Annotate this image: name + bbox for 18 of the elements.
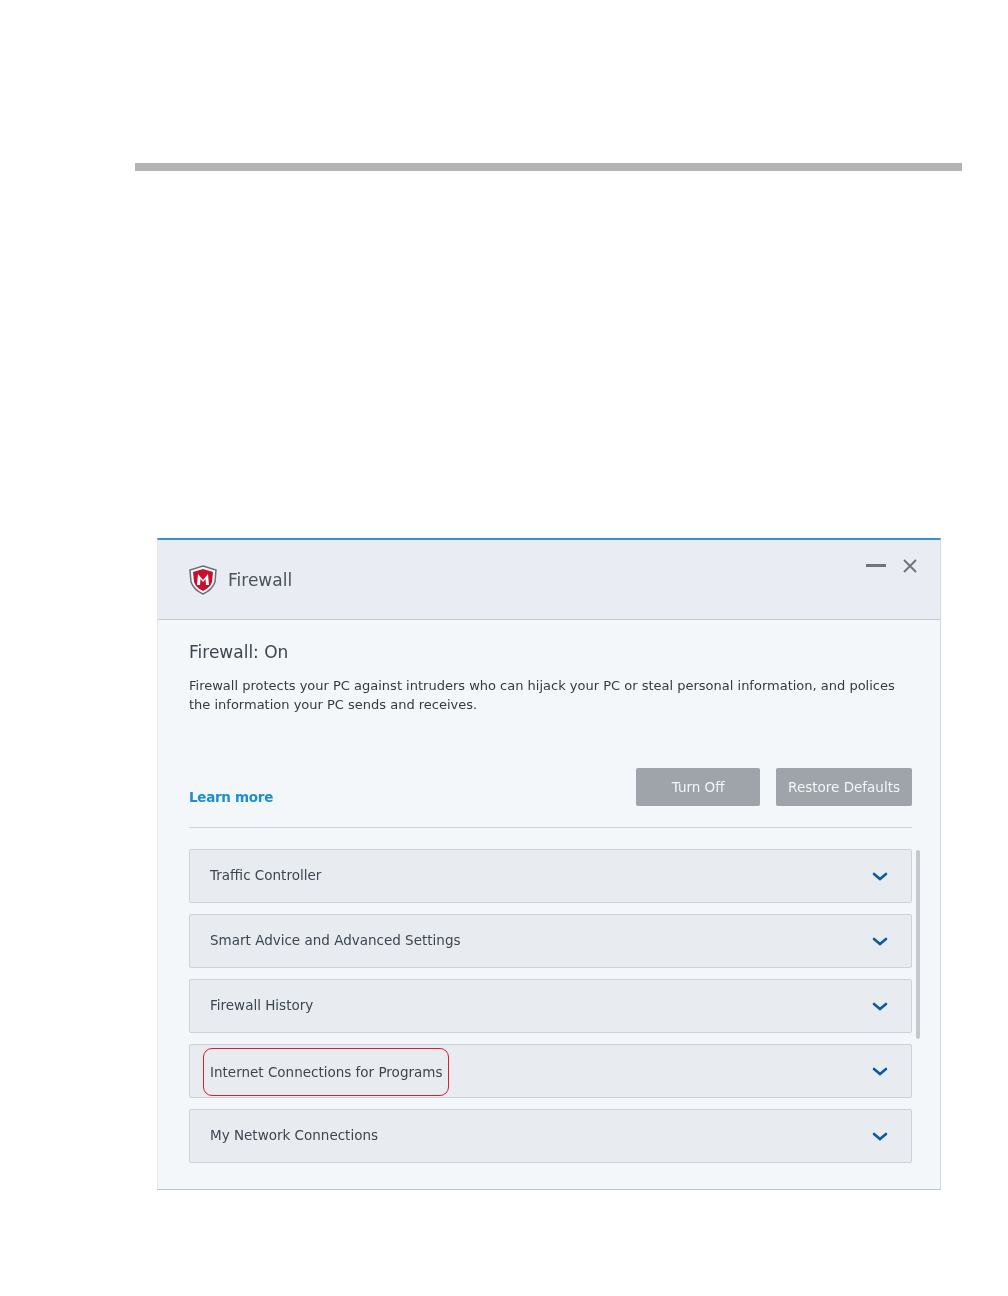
- section-title: My Network Connections: [210, 1129, 379, 1143]
- section-title: Firewall History: [210, 999, 315, 1013]
- description-text: Firewall protects your PC against intruders who can hijack your PC or steal personal information, and polices the information your PC sends and receives.: [189, 677, 896, 714]
- section-header[interactable]: Firewall History: [189, 979, 912, 1033]
- window-title: Firewall: [228, 569, 293, 590]
- minimize-button[interactable]: [864, 562, 888, 570]
- scrollbar-thumb[interactable]: [916, 850, 920, 1039]
- section-title: Traffic Controller: [210, 869, 323, 883]
- close-icon: [902, 558, 918, 574]
- section-header[interactable]: My Network Connections: [189, 1109, 912, 1163]
- section-header[interactable]: Internet Connections for Programs: [189, 1044, 912, 1098]
- section-title: Smart Advice and Advanced Settings: [210, 934, 462, 948]
- section-header[interactable]: Smart Advice and Advanced Settings: [189, 914, 912, 968]
- shield-logo-icon: [188, 564, 218, 595]
- section-title: Internet Connections for Programs: [204, 1048, 449, 1096]
- minimize-icon: [866, 564, 886, 568]
- status-heading: Firewall: On: [189, 642, 290, 662]
- section-header[interactable]: Traffic Controller: [189, 849, 912, 903]
